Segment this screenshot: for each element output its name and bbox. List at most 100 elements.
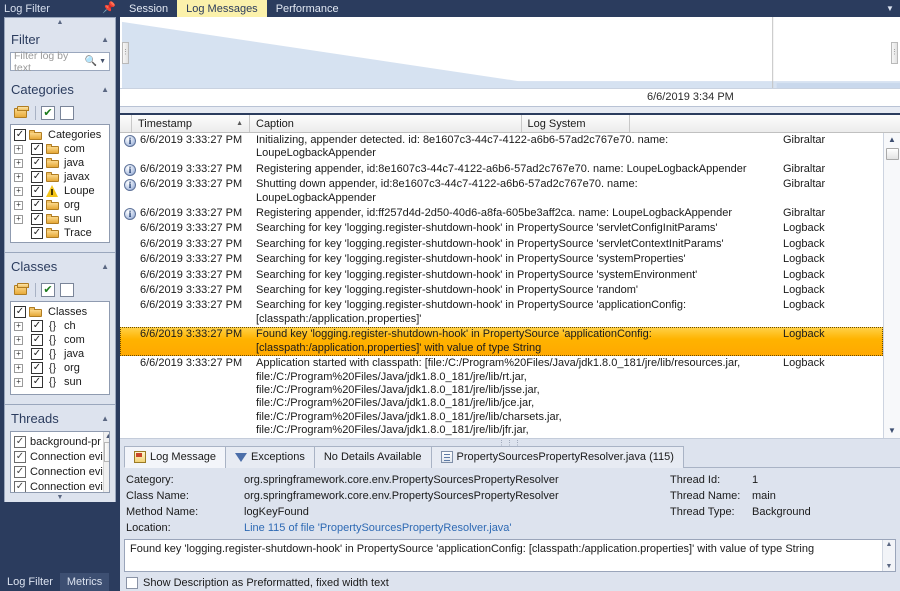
uncheck-all-icon[interactable]: ✔ [60, 283, 74, 297]
table-row[interactable]: i 6/6/2019 3:33:27 PM Registering appender… [120, 206, 883, 221]
chevron-up-icon[interactable]: ▲ [105, 432, 109, 441]
tree-item-checkbox[interactable]: ✓ [31, 334, 43, 346]
table-row[interactable]: 6/6/2019 3:33:27 PM Found key 'logging.re… [120, 327, 883, 357]
detail-field-value[interactable]: Line 115 of file 'PropertySourcesPropert… [244, 522, 660, 534]
table-row[interactable]: 6/6/2019 3:33:27 PM Searching for key 'lo… [120, 283, 883, 298]
tree-item-checkbox[interactable]: ✓ [31, 171, 43, 183]
sidebar-tab-metrics[interactable]: Metrics [59, 573, 110, 591]
expand-folders-icon[interactable] [14, 106, 30, 120]
thread-checkbox[interactable]: ✓ [14, 480, 26, 492]
expand-icon[interactable]: + [14, 335, 23, 345]
table-row[interactable]: 6/6/2019 3:33:27 PM Searching for key 'lo… [120, 252, 883, 267]
pin-icon[interactable]: 📌 [102, 3, 116, 14]
chevron-down-icon[interactable]: ▼ [886, 563, 893, 570]
threads-scroll-more[interactable]: ▼ [4, 493, 116, 502]
tab-performance[interactable]: Performance [267, 0, 348, 17]
tree-item-checkbox[interactable]: ✓ [31, 199, 43, 211]
panel-header-filter[interactable]: Filter ▲ [4, 26, 116, 52]
tree-item-checkbox[interactable]: ✓ [31, 185, 43, 197]
tree-item-checkbox[interactable]: ✓ [31, 143, 43, 155]
classes-tree[interactable]: ✓ Classes + ✓ {} ch + ✓ {} com + ✓ {} java + ✓ {} org + ✓ {}… [10, 301, 110, 395]
chevron-down-icon[interactable]: ▼ [99, 58, 106, 65]
description-scrollbar[interactable]: ▲ ▼ [882, 539, 895, 572]
tree-root-checkbox[interactable]: ✓ [14, 129, 26, 141]
expand-icon[interactable]: + [14, 144, 23, 154]
tree-item[interactable]: + ✓ org [14, 198, 107, 212]
thread-list-item[interactable]: ✓ Connection evi [14, 479, 103, 492]
tree-item-checkbox[interactable]: ✓ [31, 213, 43, 225]
filter-log-input[interactable]: Filter log by text 🔍 ▼ [10, 50, 110, 74]
table-row[interactable]: i 6/6/2019 3:33:27 PM Initializing, append… [120, 133, 883, 162]
tree-item-checkbox[interactable]: ✓ [31, 320, 43, 332]
sort-ascending-icon[interactable]: ▲ [236, 120, 243, 127]
grid-vertical-scrollbar[interactable]: ▲ ▼ [883, 133, 900, 438]
expand-icon[interactable]: + [14, 349, 23, 359]
tree-item[interactable]: + ✓ {} org [14, 361, 107, 375]
scrollbar-thumb[interactable] [885, 148, 899, 160]
table-row[interactable]: i 6/6/2019 3:33:27 PM Registering appender… [120, 162, 883, 177]
timeline-chart[interactable]: ⋮ ⋮ [120, 17, 900, 88]
expand-icon[interactable]: + [14, 377, 23, 387]
chevron-up-icon[interactable]: ▲ [101, 414, 109, 423]
uncheck-all-icon[interactable]: ✔ [60, 106, 74, 120]
tree-item[interactable]: + ✓ java [14, 156, 107, 170]
tree-root-checkbox[interactable]: ✓ [14, 306, 26, 318]
expand-folders-icon[interactable] [14, 283, 30, 297]
grid-header-caption[interactable]: Caption [250, 115, 522, 132]
table-row[interactable]: 6/6/2019 3:33:27 PM Searching for key 'lo… [120, 221, 883, 236]
scrollbar-thumb[interactable] [103, 442, 109, 462]
grid-header-logsystem[interactable]: Log System [521, 115, 630, 132]
chevron-up-icon[interactable]: ▲ [101, 85, 109, 94]
expand-icon[interactable]: + [14, 200, 23, 210]
panel-header-classes[interactable]: Classes ▲ [4, 253, 116, 279]
thread-checkbox[interactable]: ✓ [14, 450, 26, 463]
tree-item[interactable]: + ✓ {} java [14, 347, 107, 361]
table-row[interactable]: 6/6/2019 3:33:27 PM Searching for key 'lo… [120, 298, 883, 327]
tree-item[interactable]: + ✓ {} ch [14, 319, 107, 333]
tree-item[interactable]: + ✓ Loupe [14, 184, 107, 198]
thread-checkbox[interactable]: ✓ [14, 435, 26, 448]
detail-splitter[interactable]: ⋮⋮⋮ [120, 438, 900, 447]
description-box[interactable]: Found key 'logging.register-shutdown-hoo… [124, 538, 896, 573]
chart-right-grip-icon[interactable]: ⋮ [891, 41, 898, 64]
detail-tab[interactable]: No Details Available [313, 446, 432, 468]
tree-item[interactable]: + ✓ javax [14, 170, 107, 184]
tree-item-checkbox[interactable]: ✓ [31, 376, 43, 388]
panel-header-categories[interactable]: Categories ▲ [4, 76, 116, 102]
tree-item-checkbox[interactable]: ✓ [31, 227, 43, 239]
thread-list-item[interactable]: ✓ Connection evi [14, 449, 103, 464]
threads-scrollbar[interactable]: ▲ [102, 432, 109, 492]
tree-root-node[interactable]: ✓ Classes [14, 305, 107, 319]
tree-root-node[interactable]: ✓ Categories [14, 128, 107, 142]
chevron-up-icon[interactable]: ▲ [101, 35, 109, 44]
expand-icon[interactable]: + [14, 172, 23, 182]
table-row[interactable]: 6/6/2019 3:33:27 PM Searching for key 'lo… [120, 237, 883, 252]
sidebar-tab-log-filter[interactable]: Log Filter [0, 573, 60, 591]
threads-list[interactable]: ✓ background-pr ✓ Connection evi ✓ Connection… [10, 431, 110, 493]
tree-item[interactable]: + ✓ sun [14, 212, 107, 226]
tab-log-messages[interactable]: Log Messages [177, 0, 267, 17]
tree-item-checkbox[interactable]: ✓ [31, 157, 43, 169]
table-row[interactable]: 6/6/2019 3:33:27 PM Application started w… [120, 356, 883, 438]
grid-header-timestamp[interactable]: Timestamp ▲ [132, 115, 250, 132]
check-all-icon[interactable]: ✔ [41, 106, 55, 120]
detail-tab[interactable]: PropertySourcesPropertyResolver.java (11… [430, 446, 684, 468]
expand-icon[interactable]: + [14, 363, 23, 373]
expand-icon[interactable]: + [14, 158, 23, 168]
detail-tab[interactable]: Log Message [124, 446, 227, 468]
search-icon[interactable]: 🔍 [85, 56, 97, 67]
chevron-up-icon[interactable]: ▲ [888, 133, 896, 147]
tree-item[interactable]: + ✓ {} sun [14, 375, 107, 389]
table-row[interactable]: 6/6/2019 3:33:27 PM Searching for key 'lo… [120, 268, 883, 283]
preformatted-checkbox[interactable] [126, 576, 138, 589]
tree-item[interactable]: ✓ Trace [14, 226, 107, 240]
thread-list-item[interactable]: ✓ Connection evi [14, 464, 103, 479]
tree-item-checkbox[interactable]: ✓ [31, 348, 43, 360]
tree-item[interactable]: + ✓ {} com [14, 333, 107, 347]
expand-icon[interactable]: + [14, 321, 23, 331]
thread-checkbox[interactable]: ✓ [14, 465, 26, 478]
chevron-down-icon[interactable]: ▼ [880, 0, 900, 17]
expand-icon[interactable]: + [14, 214, 23, 224]
chevron-down-icon[interactable]: ▼ [888, 424, 896, 438]
tree-item-checkbox[interactable]: ✓ [31, 362, 43, 374]
